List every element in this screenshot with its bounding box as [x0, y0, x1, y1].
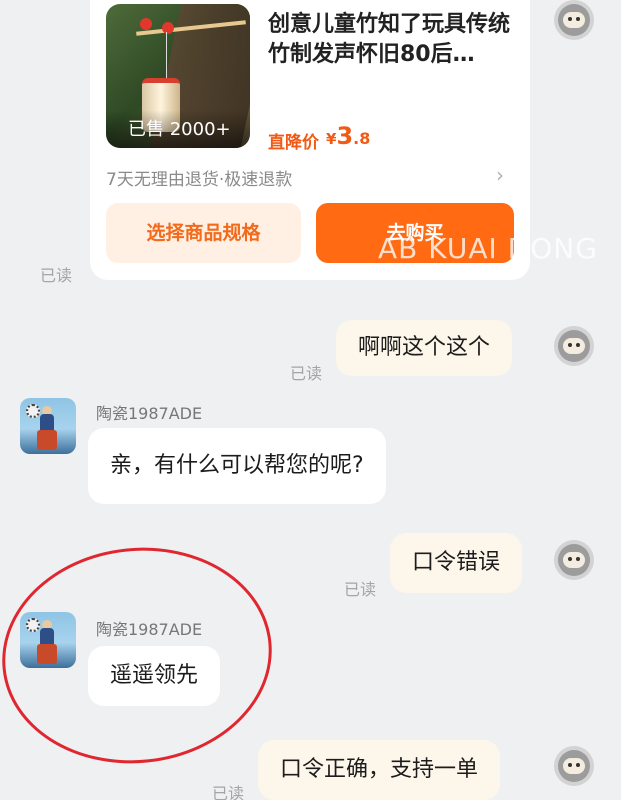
- my-avatar[interactable]: [554, 326, 594, 366]
- shop-name: 陶瓷1987ADE: [96, 404, 203, 423]
- read-receipt: 已读: [40, 266, 73, 285]
- message-bubble[interactable]: 亲，有什么可以帮您的呢?: [88, 428, 386, 504]
- select-spec-button[interactable]: 选择商品规格: [106, 203, 301, 263]
- product-thumbnail[interactable]: 已售 2000+: [106, 4, 250, 148]
- read-receipt: 已读: [344, 580, 377, 599]
- product-title[interactable]: 创意儿童竹知了玩具传统竹制发声怀旧80后…: [268, 10, 518, 70]
- read-receipt: 已读: [212, 784, 245, 800]
- my-avatar[interactable]: [554, 540, 594, 580]
- my-avatar[interactable]: [554, 746, 594, 786]
- read-receipt: 已读: [290, 364, 323, 383]
- shop-avatar[interactable]: [20, 398, 76, 454]
- price: ¥3.8: [326, 122, 371, 150]
- chevron-right-icon[interactable]: ›: [496, 163, 504, 187]
- price-label: 直降价: [268, 133, 319, 153]
- my-avatar[interactable]: [554, 0, 594, 40]
- message-bubble[interactable]: 口令错误: [390, 533, 523, 593]
- watermark: AB KUAI DONG: [378, 232, 598, 265]
- message-bubble[interactable]: 口令正确，支持一单: [258, 740, 501, 800]
- red-annotation-circle: [0, 534, 283, 777]
- return-policy[interactable]: 7天无理由退货·极速退款: [106, 165, 292, 190]
- message-bubble[interactable]: 啊啊这个这个: [336, 320, 513, 376]
- sold-count: 已售 2000+: [106, 110, 250, 148]
